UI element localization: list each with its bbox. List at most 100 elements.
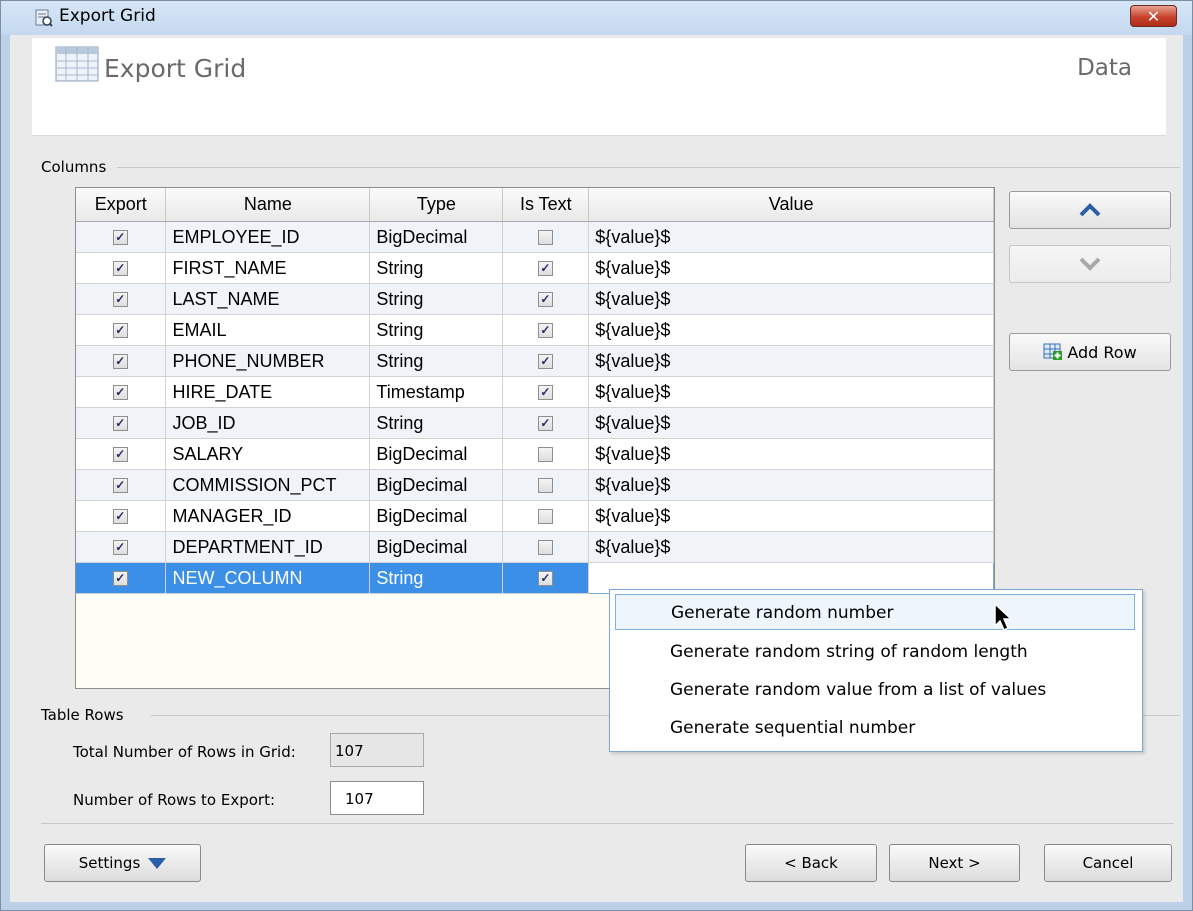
move-up-button[interactable] bbox=[1009, 191, 1171, 229]
type-cell[interactable]: String bbox=[369, 407, 504, 439]
value-cell[interactable]: ${value}$ bbox=[588, 314, 994, 346]
export-cell bbox=[76, 469, 167, 501]
is-text-checkbox[interactable] bbox=[538, 571, 554, 587]
banner-title: Export Grid bbox=[104, 54, 247, 83]
is-text-checkbox[interactable] bbox=[538, 354, 554, 370]
value-cell[interactable]: ${value}$ bbox=[588, 345, 994, 377]
export-checkbox[interactable] bbox=[113, 354, 129, 370]
header-export[interactable]: Export bbox=[76, 188, 167, 222]
is-text-checkbox[interactable] bbox=[538, 447, 554, 463]
export-checkbox[interactable] bbox=[113, 261, 129, 277]
value-cell[interactable]: ${value}$ bbox=[588, 500, 994, 532]
export-cell bbox=[76, 531, 167, 563]
rows-to-export-field[interactable]: 107 bbox=[330, 781, 424, 815]
is-text-checkbox[interactable] bbox=[538, 292, 554, 308]
value-cell[interactable]: ${value}$ bbox=[588, 252, 994, 284]
type-cell[interactable]: String bbox=[369, 252, 504, 284]
name-cell[interactable]: DEPARTMENT_ID bbox=[165, 531, 371, 563]
value-cell[interactable]: ${value}$ bbox=[588, 283, 994, 315]
menu-item-sequential-number[interactable]: Generate sequential number bbox=[615, 710, 1135, 746]
name-cell[interactable]: NEW_COLUMN bbox=[165, 562, 371, 594]
value-cell[interactable]: ${value}$ bbox=[588, 438, 994, 470]
is-text-checkbox[interactable] bbox=[538, 509, 554, 525]
header-name[interactable]: Name bbox=[165, 188, 371, 222]
value-cell[interactable]: ${value}$ bbox=[588, 469, 994, 501]
name-cell[interactable]: PHONE_NUMBER bbox=[165, 345, 371, 377]
value-cell[interactable]: ${value}$ bbox=[588, 221, 994, 253]
add-row-button[interactable]: Add Row bbox=[1009, 333, 1171, 371]
table-row[interactable]: PHONE_NUMBERString ${value}$ bbox=[76, 345, 994, 377]
close-button[interactable]: ✕ bbox=[1130, 5, 1177, 27]
export-checkbox[interactable] bbox=[113, 416, 129, 432]
title-bar[interactable]: Export Grid ✕ bbox=[1, 1, 1192, 35]
type-cell[interactable]: BigDecimal bbox=[369, 438, 504, 470]
value-cell[interactable]: ${value}$ bbox=[588, 376, 994, 408]
grid-icon bbox=[55, 46, 99, 82]
name-cell[interactable]: LAST_NAME bbox=[165, 283, 371, 315]
export-checkbox[interactable] bbox=[113, 540, 129, 556]
table-rows-group-label: Table Rows bbox=[41, 706, 130, 724]
settings-button[interactable]: Settings bbox=[44, 844, 201, 882]
back-button[interactable]: < Back bbox=[745, 844, 877, 882]
table-row[interactable]: SALARYBigDecimal ${value}$ bbox=[76, 438, 994, 470]
export-checkbox[interactable] bbox=[113, 323, 129, 339]
type-cell[interactable]: BigDecimal bbox=[369, 469, 504, 501]
name-cell[interactable]: MANAGER_ID bbox=[165, 500, 371, 532]
menu-item-random-string[interactable]: Generate random string of random length bbox=[615, 634, 1135, 670]
is-text-checkbox[interactable] bbox=[538, 261, 554, 277]
table-row[interactable]: MANAGER_IDBigDecimal ${value}$ bbox=[76, 500, 994, 532]
type-cell[interactable]: String bbox=[369, 314, 504, 346]
name-cell[interactable]: EMPLOYEE_ID bbox=[165, 221, 371, 253]
type-cell[interactable]: String bbox=[369, 283, 504, 315]
type-cell[interactable]: String bbox=[369, 345, 504, 377]
export-checkbox[interactable] bbox=[113, 230, 129, 246]
table-row[interactable]: COMMISSION_PCTBigDecimal ${value}$ bbox=[76, 469, 994, 501]
name-cell[interactable]: JOB_ID bbox=[165, 407, 371, 439]
is-text-checkbox[interactable] bbox=[538, 540, 554, 556]
table-row[interactable]: JOB_IDString ${value}$ bbox=[76, 407, 994, 439]
export-checkbox[interactable] bbox=[113, 571, 129, 587]
is-text-cell bbox=[502, 531, 590, 563]
is-text-checkbox[interactable] bbox=[538, 478, 554, 494]
type-cell[interactable]: BigDecimal bbox=[369, 531, 504, 563]
cancel-button[interactable]: Cancel bbox=[1044, 844, 1172, 882]
menu-item-random-number[interactable]: Generate random number bbox=[615, 594, 1135, 630]
name-cell[interactable]: FIRST_NAME bbox=[165, 252, 371, 284]
menu-item-random-from-list[interactable]: Generate random value from a list of val… bbox=[615, 672, 1135, 708]
is-text-checkbox[interactable] bbox=[538, 323, 554, 339]
name-cell[interactable]: EMAIL bbox=[165, 314, 371, 346]
export-checkbox[interactable] bbox=[113, 447, 129, 463]
header-type[interactable]: Type bbox=[369, 188, 504, 222]
export-checkbox[interactable] bbox=[113, 509, 129, 525]
is-text-checkbox[interactable] bbox=[538, 416, 554, 432]
is-text-checkbox[interactable] bbox=[538, 230, 554, 246]
is-text-cell bbox=[502, 376, 590, 408]
value-cell[interactable]: ${value}$ bbox=[588, 407, 994, 439]
is-text-cell bbox=[502, 283, 590, 315]
is-text-checkbox[interactable] bbox=[538, 385, 554, 401]
add-row-icon bbox=[1043, 343, 1063, 360]
type-cell[interactable]: Timestamp bbox=[369, 376, 504, 408]
table-row[interactable]: HIRE_DATETimestamp ${value}$ bbox=[76, 376, 994, 408]
table-row[interactable]: LAST_NAMEString ${value}$ bbox=[76, 283, 994, 315]
cancel-label: Cancel bbox=[1082, 854, 1134, 872]
name-cell[interactable]: SALARY bbox=[165, 438, 371, 470]
export-checkbox[interactable] bbox=[113, 292, 129, 308]
table-row[interactable]: EMAILString ${value}$ bbox=[76, 314, 994, 346]
table-body: EMPLOYEE_IDBigDecimal${value}$FIRST_NAME… bbox=[76, 221, 994, 594]
name-cell[interactable]: COMMISSION_PCT bbox=[165, 469, 371, 501]
value-cell[interactable]: ${value}$ bbox=[588, 531, 994, 563]
table-row[interactable]: EMPLOYEE_IDBigDecimal ${value}$ bbox=[76, 221, 994, 253]
header-is-text[interactable]: Is Text bbox=[502, 188, 590, 222]
export-checkbox[interactable] bbox=[113, 478, 129, 494]
table-row[interactable]: FIRST_NAMEString ${value}$ bbox=[76, 252, 994, 284]
header-value[interactable]: Value bbox=[588, 188, 994, 222]
name-cell[interactable]: HIRE_DATE bbox=[165, 376, 371, 408]
next-button[interactable]: Next > bbox=[889, 844, 1020, 882]
table-row[interactable]: DEPARTMENT_IDBigDecimal ${value}$ bbox=[76, 531, 994, 563]
type-cell[interactable]: BigDecimal bbox=[369, 500, 504, 532]
move-down-button[interactable] bbox=[1009, 245, 1171, 283]
type-cell[interactable]: BigDecimal bbox=[369, 221, 504, 253]
export-checkbox[interactable] bbox=[113, 385, 129, 401]
type-cell[interactable]: String bbox=[369, 562, 504, 594]
